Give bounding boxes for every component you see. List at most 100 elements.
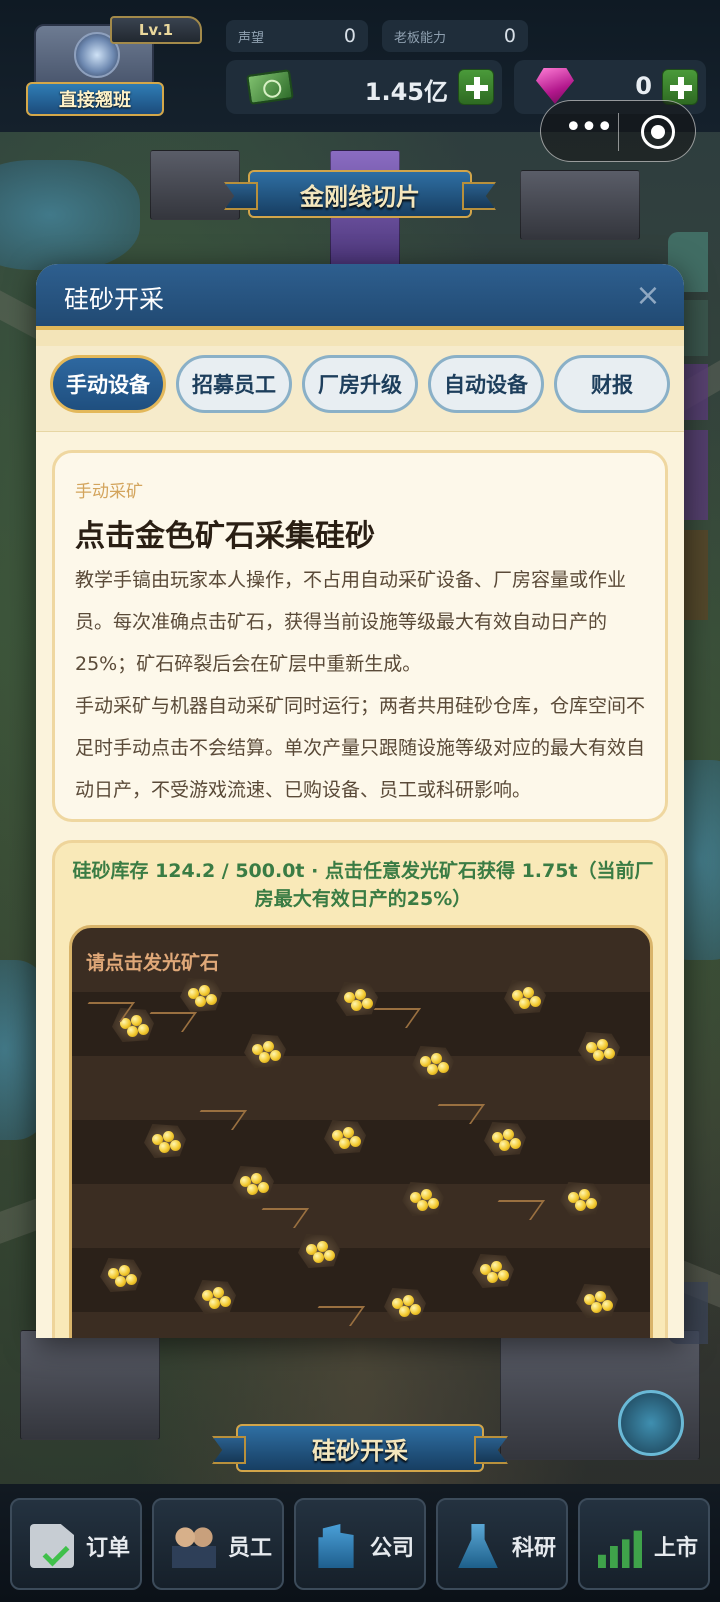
staff-icon: [172, 1524, 216, 1568]
rock-crack: [424, 1104, 486, 1124]
stock-chart-icon: [598, 1530, 642, 1568]
gold-nugget-icon: [324, 1250, 335, 1261]
miniprogram-capsule: •••: [540, 100, 696, 162]
rock-crack: [484, 1200, 546, 1220]
glowing-ore[interactable]: [298, 1234, 340, 1268]
gold-nugget-icon: [351, 1000, 362, 1011]
scene-banner-bottom[interactable]: 硅砂开采: [236, 1424, 484, 1472]
capsule-divider: [618, 113, 619, 151]
info-heading: 点击金色矿石采集硅砂: [75, 519, 375, 554]
gold-nugget-icon: [519, 998, 530, 1009]
research-flask-icon: [458, 1524, 498, 1568]
tab-manual-equipment[interactable]: 手动设备: [50, 355, 166, 413]
glowing-ore[interactable]: [504, 980, 546, 1014]
boss-ability-value: 0: [503, 25, 516, 47]
gold-nugget-icon: [427, 1064, 438, 1075]
add-money-button[interactable]: [458, 69, 494, 105]
dialog-title: 硅砂开采: [64, 285, 165, 314]
glowing-ore[interactable]: [484, 1122, 526, 1156]
boss-ability-label: 老板能力: [394, 30, 447, 46]
gem-value: 0: [635, 72, 652, 100]
gold-nugget-icon: [487, 1272, 498, 1283]
glowing-ore[interactable]: [560, 1182, 602, 1216]
gold-nugget-icon: [195, 996, 206, 1007]
manual-mining-info-card: 手动采矿 点击金色矿石采集硅砂 教学手镐由玩家本人操作，不占用自动采矿设备、厂房…: [52, 450, 668, 822]
glowing-ore[interactable]: [578, 1032, 620, 1066]
nav-item-research[interactable]: 科研: [436, 1498, 568, 1590]
glowing-ore[interactable]: [384, 1288, 426, 1322]
nav-item-company[interactable]: 公司: [294, 1498, 426, 1590]
glowing-ore[interactable]: [194, 1280, 236, 1314]
nav-label-staff: 员工: [228, 1536, 273, 1561]
glowing-ore[interactable]: [232, 1166, 274, 1200]
glowing-ore[interactable]: [244, 1034, 286, 1068]
gold-nugget-icon: [602, 1300, 613, 1311]
gold-nugget-icon: [530, 996, 541, 1007]
nav-label-ipo: 上市: [654, 1536, 699, 1561]
gold-nugget-icon: [586, 1198, 597, 1209]
glowing-ore[interactable]: [100, 1258, 142, 1292]
header-divider: [36, 330, 684, 346]
gold-nugget-icon: [159, 1142, 170, 1153]
rock-crack: [186, 1110, 248, 1130]
factory-name: 直接翘班: [26, 82, 164, 116]
gold-nugget-icon: [209, 1298, 220, 1309]
gold-nugget-icon: [604, 1048, 615, 1059]
glowing-ore[interactable]: [144, 1124, 186, 1158]
glowing-ore[interactable]: [412, 1046, 454, 1080]
gold-nugget-icon: [428, 1198, 439, 1209]
gold-nugget-icon: [247, 1184, 258, 1195]
gold-nugget-icon: [220, 1296, 231, 1307]
rock-crack: [304, 1306, 366, 1326]
more-menu-icon[interactable]: •••: [563, 113, 613, 145]
tab-factory-upgrade[interactable]: 厂房升级: [302, 355, 418, 413]
nav-item-orders[interactable]: 订单: [10, 1498, 142, 1590]
gold-nugget-icon: [591, 1302, 602, 1313]
rock-crack: [248, 1208, 310, 1228]
glowing-ore[interactable]: [180, 978, 222, 1012]
reputation-label: 声望: [238, 30, 265, 46]
gold-nugget-icon: [498, 1270, 509, 1281]
gold-nugget-icon: [258, 1182, 269, 1193]
reputation-value: 0: [343, 25, 356, 47]
reputation-stat: 声望 0: [226, 20, 368, 52]
gold-nugget-icon: [417, 1200, 428, 1211]
gold-nugget-icon: [206, 994, 217, 1005]
gem-icon: [536, 68, 574, 104]
info-paragraph-1: 教学手镐由玩家本人操作，不占用自动采矿设备、厂房容量或作业员。每次准确点击矿石，…: [75, 569, 627, 675]
gold-nugget-icon: [313, 1252, 324, 1263]
gold-nugget-icon: [339, 1138, 350, 1149]
close-miniprogram-icon[interactable]: [641, 115, 675, 149]
nav-item-ipo[interactable]: 上市: [578, 1498, 710, 1590]
nav-label-orders: 订单: [86, 1536, 131, 1561]
silica-mining-dialog: 硅砂开采 × 手动设备 招募员工 厂房升级 自动设备 财报 手动采矿 点击金色矿…: [36, 264, 684, 1338]
glowing-ore[interactable]: [576, 1284, 618, 1318]
tab-financial-report[interactable]: 财报: [554, 355, 670, 413]
nav-label-company: 公司: [370, 1536, 415, 1561]
mine-status-text: 硅砂库存 124.2 / 500.0t · 点击任意发光矿石获得 1.75t（当…: [72, 860, 654, 910]
cash-icon: [246, 69, 294, 105]
gold-nugget-icon: [126, 1274, 137, 1285]
info-paragraph-2: 手动采矿与机器自动采矿同时运行；两者共用硅砂仓库，仓库空间不足时手动点击不会结算…: [75, 695, 646, 801]
toggle-view-button[interactable]: [618, 1390, 684, 1456]
info-kicker: 手动采矿: [75, 482, 143, 502]
close-icon[interactable]: ×: [630, 278, 666, 314]
mine-card: 硅砂库存 124.2 / 500.0t · 点击任意发光矿石获得 1.75t（当…: [52, 840, 668, 1338]
company-building-icon: [318, 1524, 354, 1568]
nav-item-staff[interactable]: 员工: [152, 1498, 284, 1590]
mine-hint: 请点击发光矿石: [86, 952, 220, 974]
glowing-ore[interactable]: [472, 1254, 514, 1288]
money-value: 1.45亿: [364, 78, 448, 106]
gold-nugget-icon: [259, 1052, 270, 1063]
gold-nugget-icon: [499, 1140, 510, 1151]
gold-nugget-icon: [115, 1276, 126, 1287]
boss-ability-stat: 老板能力 0: [382, 20, 528, 52]
scene-banner-top: 金刚线切片: [248, 170, 472, 218]
mine-field: 请点击发光矿石: [69, 925, 653, 1338]
tab-auto-equipment[interactable]: 自动设备: [428, 355, 544, 413]
glowing-ore[interactable]: [324, 1120, 366, 1154]
tab-recruit-staff[interactable]: 招募员工: [176, 355, 292, 413]
glowing-ore[interactable]: [402, 1182, 444, 1216]
money-resource: 1.45亿: [226, 60, 502, 114]
gold-nugget-icon: [270, 1050, 281, 1061]
